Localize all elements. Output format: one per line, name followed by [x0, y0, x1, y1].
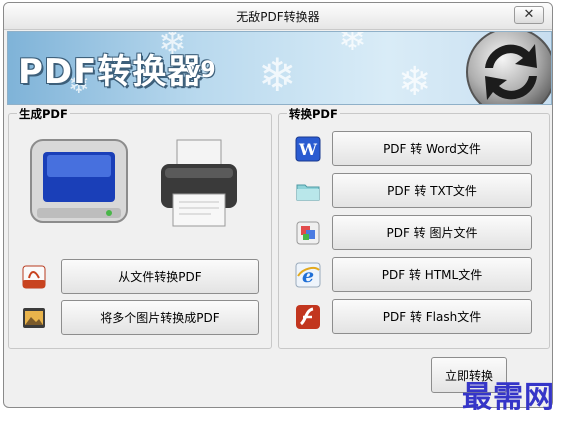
pdf-file-icon [21, 264, 47, 290]
snowflake-icon: ❄ [258, 48, 297, 102]
svg-text:W: W [298, 140, 318, 159]
close-button[interactable]: ✕ [514, 6, 544, 24]
banner-title: PDF转换器 [18, 52, 203, 92]
create-pdf-group-label: 生成PDF [17, 106, 70, 122]
banner-version: v9 [186, 58, 216, 83]
pdf-to-txt-button[interactable]: PDF 转 TXT文件 [332, 173, 532, 208]
title-bar[interactable]: 无敌PDF转换器 ✕ [4, 3, 552, 30]
monitor-icon [27, 136, 131, 232]
printer-icon [157, 136, 241, 232]
picture-icon [295, 220, 321, 246]
ie-browser-icon: e [295, 262, 321, 288]
image-photo-icon [21, 305, 47, 331]
images-to-pdf-button[interactable]: 将多个图片转换成PDF [61, 300, 259, 335]
from-file-to-pdf-button[interactable]: 从文件转换PDF [61, 259, 259, 294]
app-window: 无敌PDF转换器 ✕ ❄ ❄ ❄ ❄ ❄ PDF转换器 v9 生成PDF 从文件… [3, 2, 553, 408]
pdf-to-image-button[interactable]: PDF 转 图片文件 [332, 215, 532, 250]
pdf-to-html-button[interactable]: PDF 转 HTML文件 [332, 257, 532, 292]
pdf-to-flash-button[interactable]: PDF 转 Flash文件 [332, 299, 532, 334]
create-pdf-group: 生成PDF 从文件转换PDF 将多个图片转换成PDF [8, 106, 272, 349]
convert-pdf-group-label: 转换PDF [287, 106, 340, 122]
convert-pdf-group: 转换PDF W PDF 转 Word文件 PDF 转 TXT文件 PDF 转 图… [278, 106, 550, 349]
snowflake-icon: ❄ [338, 31, 367, 59]
watermark-text: 最需网 [462, 380, 555, 415]
txt-folder-icon [295, 178, 321, 204]
word-icon: W [295, 136, 321, 162]
header-banner: ❄ ❄ ❄ ❄ ❄ PDF转换器 v9 [7, 31, 552, 105]
pdf-to-word-button[interactable]: PDF 转 Word文件 [332, 131, 532, 166]
refresh-logo-icon [463, 32, 551, 104]
close-icon: ✕ [523, 7, 535, 22]
window-title: 无敌PDF转换器 [236, 10, 320, 24]
snowflake-icon: ❄ [398, 59, 432, 105]
flash-icon [295, 304, 321, 330]
